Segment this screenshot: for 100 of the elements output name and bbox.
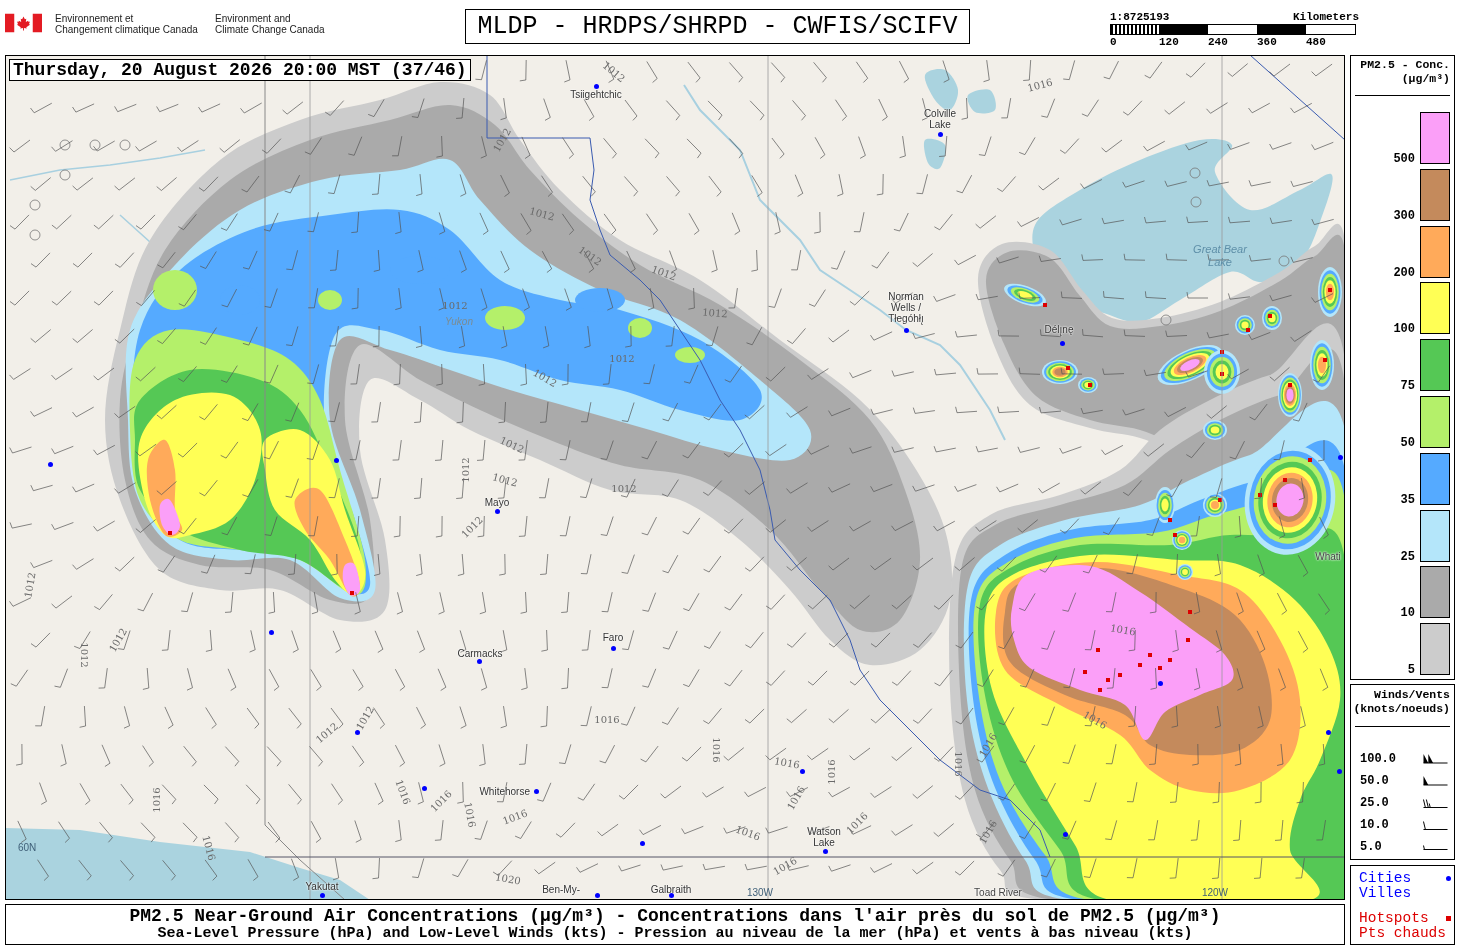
isobar-label: 1012 xyxy=(491,471,519,489)
city-marker-icon xyxy=(47,461,53,467)
hotspot-icon xyxy=(1173,533,1177,537)
city-marker-icon xyxy=(903,327,909,333)
calm-circle-icon xyxy=(29,229,41,241)
city-marker-icon xyxy=(594,892,600,898)
isobar-label: 1016 xyxy=(773,755,801,771)
place-label: Whitehorse xyxy=(479,786,530,797)
city-marker-icon xyxy=(421,785,427,791)
legend-label: Pts chauds xyxy=(1359,926,1447,941)
scale-tick: 360 xyxy=(1257,36,1277,48)
hotspot-icon xyxy=(1096,648,1100,652)
city-marker-icon xyxy=(476,658,482,664)
place-label: Whati xyxy=(1315,551,1341,562)
wind-speed-label: 10.0 xyxy=(1360,818,1389,832)
isobar-label: 1012 xyxy=(78,642,90,668)
isobar-label: 1016 xyxy=(200,834,218,862)
city-marker-icon xyxy=(268,629,274,635)
legend-value: 50 xyxy=(1400,437,1415,449)
isobar-label: 1012 xyxy=(611,482,637,494)
isobar-label: 1012 xyxy=(459,457,471,483)
hotspot-icon xyxy=(1218,498,1222,502)
scale-tick: 0 xyxy=(1110,36,1117,48)
isobar-label: 1012 xyxy=(22,571,38,599)
isobar-label: 1012 xyxy=(528,205,556,223)
legend-value: 100 xyxy=(1393,323,1415,336)
wind-barb-icon xyxy=(1423,844,1448,850)
grid-label: 60N xyxy=(18,842,37,853)
legend-label: Hotspots xyxy=(1359,911,1430,926)
hotspot-icon xyxy=(1220,372,1224,376)
wind-speed-label: 25.0 xyxy=(1360,796,1389,810)
map-title: MLDP - HRDPS/SHRPD - CWFIS/SCIFV xyxy=(465,9,970,44)
scale-tick: 480 xyxy=(1306,36,1326,48)
city-marker-icon xyxy=(799,768,805,774)
lake-label: Great Bear Lake xyxy=(1193,243,1247,269)
isobar-label: 1016 xyxy=(1026,76,1054,94)
lake xyxy=(923,138,946,170)
legend-value: 200 xyxy=(1393,266,1415,279)
hotspot-icon xyxy=(1118,673,1122,677)
hotspot-icon xyxy=(1158,666,1162,670)
hotspot-icon xyxy=(1066,366,1070,370)
legend-value: 300 xyxy=(1393,209,1415,222)
place-label: Délı̨nę xyxy=(1044,324,1074,335)
city-marker-icon xyxy=(354,729,360,735)
isobar-label: 1016 xyxy=(734,823,762,843)
legend-title: PM2.5 - Conc. xyxy=(1360,58,1450,72)
city-marker-icon xyxy=(1337,454,1343,460)
place-label: Mayo xyxy=(484,497,510,508)
city-marker-icon xyxy=(610,645,616,651)
city-marker-icon xyxy=(494,508,500,514)
city-marker-icon xyxy=(822,848,828,854)
calm-circle-icon xyxy=(1278,255,1290,267)
city-marker-icon xyxy=(1062,831,1068,837)
city-marker-icon xyxy=(937,131,943,137)
calm-circle-icon xyxy=(59,139,71,151)
isobar-label: 1016 xyxy=(825,759,837,785)
place-label: Watson Lake xyxy=(807,826,841,848)
isobar-label: 1016 xyxy=(1109,622,1137,638)
wind-barb-icon xyxy=(1423,776,1448,786)
legend-value: 35 xyxy=(1400,493,1415,506)
hotspot-icon xyxy=(168,531,172,535)
city-marker-icon xyxy=(319,892,325,898)
isobar-label: 1012 xyxy=(650,263,678,283)
legend-label: Villes xyxy=(1359,886,1413,901)
legend-unit: (knots/noeuds) xyxy=(1353,702,1450,716)
hotspot-icon xyxy=(1098,688,1102,692)
legend-label: Cities xyxy=(1359,871,1413,886)
wind-barb-icon xyxy=(1423,820,1448,830)
legend-unit: (µg/m³) xyxy=(1401,72,1450,86)
scale-unit: Kilometers xyxy=(1293,11,1359,23)
grid-label: 120W xyxy=(1201,887,1229,898)
scale-tick: 240 xyxy=(1208,36,1228,48)
legend-title: Winds/Vents xyxy=(1374,688,1450,702)
hotspot-icon xyxy=(1186,638,1190,642)
lake xyxy=(924,69,959,111)
wind-speed-label: 100.0 xyxy=(1360,752,1396,766)
city-marker-icon xyxy=(1059,340,1065,346)
map-timestamp: Thursday, 20 August 2026 20:00 MST (37/46) xyxy=(9,59,471,81)
isobar-label: 1016 xyxy=(150,787,162,813)
wind-speed-label: 50.0 xyxy=(1360,774,1389,788)
calm-circle-icon xyxy=(1190,196,1202,208)
city-marker-icon xyxy=(1336,768,1342,774)
isobar-label: 1012 xyxy=(498,434,526,456)
scale-ratio: 1:8725193 xyxy=(1110,11,1170,23)
isobar-label: 1012 xyxy=(442,299,468,311)
hotspot-icon xyxy=(1188,610,1192,614)
hotspot-icon xyxy=(1168,658,1172,662)
city-marker-icon xyxy=(1157,680,1163,686)
legend-value: 75 xyxy=(1400,380,1415,393)
isobar-label: 1016 xyxy=(952,751,964,777)
calm-circle-icon xyxy=(59,169,71,181)
lake xyxy=(967,89,996,114)
legend-value: 10 xyxy=(1400,607,1415,620)
grid-label: 130W xyxy=(746,887,774,898)
calm-circle-icon xyxy=(119,139,131,151)
hotspot-icon xyxy=(1258,493,1262,497)
place-label: Carmacks xyxy=(457,648,503,659)
wind-barb-icon xyxy=(1423,754,1448,764)
hotspot-icon xyxy=(1106,678,1110,682)
calm-circle-icon xyxy=(1189,167,1201,179)
